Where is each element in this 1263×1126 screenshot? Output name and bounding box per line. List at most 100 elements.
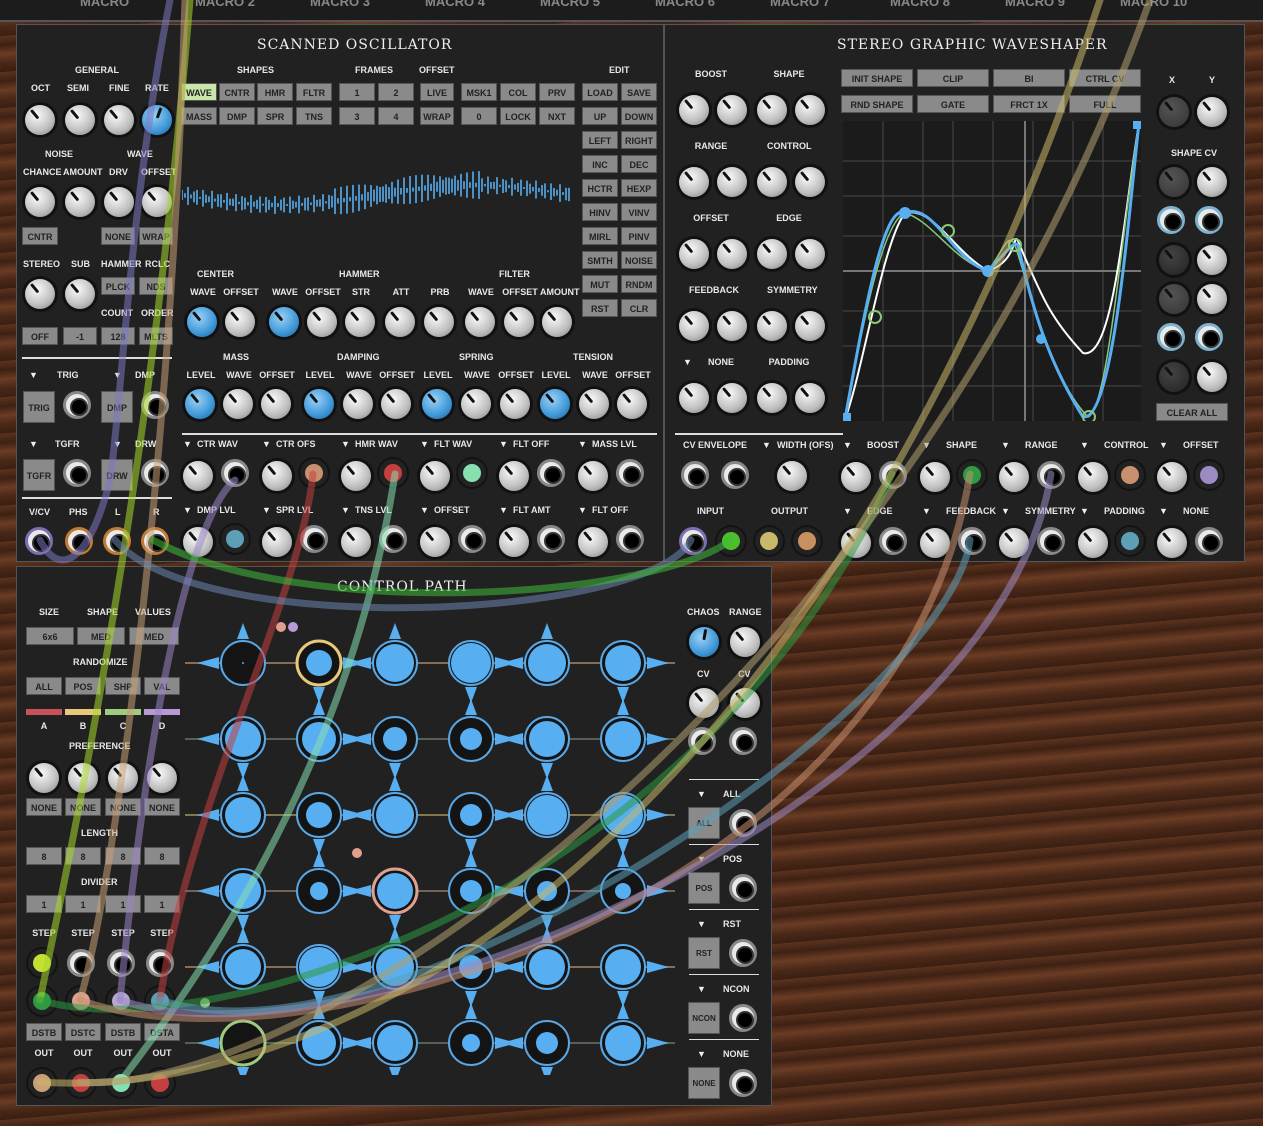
shape-cv-jack[interactable] (1157, 323, 1185, 351)
cv-attenuator-knob[interactable] (341, 527, 371, 557)
waveshaper-knob[interactable] (757, 383, 787, 413)
dropdown-arrow-icon[interactable]: ▼ (1159, 440, 1168, 450)
shape-cv-knob[interactable] (1159, 245, 1189, 275)
cv-attenuator-knob[interactable] (183, 461, 213, 491)
dropdown-arrow-icon[interactable]: ▼ (922, 506, 931, 516)
chaos-cv-jack[interactable] (688, 727, 716, 755)
track-plug[interactable] (28, 987, 56, 1015)
off-button[interactable]: OFF (22, 327, 58, 345)
dropdown-arrow-icon[interactable]: ▼ (922, 440, 931, 450)
dropdown-arrow-icon[interactable]: ▼ (578, 505, 587, 515)
cv-attenuator-knob[interactable] (578, 461, 608, 491)
edit-hexp-button[interactable]: HEXP (621, 179, 657, 197)
row1-knob[interactable] (225, 307, 255, 337)
fine-knob[interactable] (104, 105, 134, 135)
output-l-plug[interactable] (755, 527, 783, 555)
cv-plug[interactable] (1116, 527, 1144, 555)
divider-button[interactable]: 1 (105, 895, 141, 913)
mlts-button[interactable]: MLTS (139, 327, 173, 345)
waveshaper-ctrl-cv-button[interactable]: CTRL CV (1069, 69, 1141, 87)
dropdown-arrow-icon[interactable]: ▼ (697, 789, 706, 799)
path-grid[interactable] (185, 605, 675, 1083)
waveshaper-knob[interactable] (679, 167, 709, 197)
waveshaper-knob[interactable] (679, 239, 709, 269)
cv-envelope-jack[interactable] (681, 461, 709, 489)
cv-attenuator-knob[interactable] (920, 528, 950, 558)
cv-attenuator-knob[interactable] (841, 528, 871, 558)
row2-knob[interactable] (223, 389, 253, 419)
shape-cv-knob[interactable] (1159, 284, 1189, 314)
waveshaper-knob[interactable] (757, 311, 787, 341)
preference-knob[interactable] (108, 763, 138, 793)
dropdown-arrow-icon[interactable]: ▼ (113, 439, 122, 449)
nds-button[interactable]: NDS (139, 277, 173, 295)
row2-knob[interactable] (579, 389, 609, 419)
cv-jack[interactable] (537, 459, 565, 487)
cv-attenuator-knob[interactable] (1078, 462, 1108, 492)
shape-graph[interactable] (843, 121, 1141, 421)
waveshaper-knob[interactable] (795, 95, 825, 125)
divider-button[interactable]: 1 (144, 895, 180, 913)
waveshaper-knob[interactable] (757, 95, 787, 125)
row2-knob[interactable] (381, 389, 411, 419)
shape-wave-button[interactable]: WAVE (181, 83, 217, 101)
dropdown-arrow-icon[interactable]: ▼ (1001, 506, 1010, 516)
shape-dmp-button[interactable]: DMP (219, 107, 255, 125)
row1-knob[interactable] (465, 307, 495, 337)
chaos-knob[interactable] (689, 627, 719, 657)
preference-knob[interactable] (29, 763, 59, 793)
cv-jack[interactable] (616, 459, 644, 487)
dmp-jack[interactable] (141, 391, 169, 419)
cv-plug[interactable] (458, 459, 486, 487)
step-plug[interactable] (28, 949, 56, 977)
waveshaper-clip-button[interactable]: CLIP (917, 69, 989, 87)
range-cv-knob[interactable] (730, 688, 760, 718)
frame-1-button[interactable]: 1 (339, 83, 375, 101)
right-button[interactable]: ALL (688, 807, 720, 839)
waveshaper-knob[interactable] (757, 239, 787, 269)
preference-button[interactable]: NONE (65, 798, 101, 816)
row2-knob[interactable] (304, 389, 334, 419)
right-jack[interactable] (729, 874, 757, 902)
out-plug[interactable] (28, 1069, 56, 1097)
values-button[interactable]: MED (129, 627, 179, 645)
randomize-all-button[interactable]: ALL (26, 677, 62, 695)
cv-attenuator-knob[interactable] (1157, 462, 1187, 492)
cv-jack[interactable] (221, 459, 249, 487)
dropdown-arrow-icon[interactable]: ▼ (697, 919, 706, 929)
waveshaper-knob[interactable] (717, 95, 747, 125)
edit-mut-button[interactable]: MUT (582, 275, 618, 293)
cntr-button[interactable]: CNTR (22, 227, 58, 245)
row1-knob[interactable] (385, 307, 415, 337)
shape-cv-knob[interactable] (1197, 167, 1227, 197)
waveshaper-knob[interactable] (679, 311, 709, 341)
waveshaper-knob[interactable] (795, 311, 825, 341)
cv-jack[interactable] (879, 527, 907, 555)
length-button[interactable]: 8 (105, 847, 141, 865)
row2-knob[interactable] (343, 389, 373, 419)
cv-plug[interactable] (1195, 461, 1223, 489)
edit-pinv-button[interactable]: PINV (621, 227, 657, 245)
dropdown-arrow-icon[interactable]: ▼ (1001, 440, 1010, 450)
waveshaper-gate-button[interactable]: GATE (917, 95, 989, 113)
right-button[interactable]: NCON (688, 1002, 720, 1034)
dropdown-arrow-icon[interactable]: ▼ (1080, 506, 1089, 516)
track-plug[interactable] (107, 987, 135, 1015)
waveshaper-knob[interactable] (795, 383, 825, 413)
length-button[interactable]: 8 (65, 847, 101, 865)
tgfr-jack[interactable] (63, 459, 91, 487)
edit-smth-button[interactable]: SMTH (582, 251, 618, 269)
semi-knob[interactable] (65, 105, 95, 135)
cv-attenuator-knob[interactable] (920, 462, 950, 492)
shape-cv-jack[interactable] (1157, 206, 1185, 234)
l-output-jack[interactable] (103, 527, 131, 555)
row1-knob[interactable] (542, 307, 572, 337)
out-plug[interactable] (67, 1069, 95, 1097)
edit-rndm-button[interactable]: RNDM (621, 275, 657, 293)
shape-fltr-button[interactable]: FLTR (296, 83, 332, 101)
dropdown-arrow-icon[interactable]: ▼ (843, 440, 852, 450)
dst-button[interactable]: DSTA (144, 1023, 180, 1041)
drw-button[interactable]: DRW (101, 459, 133, 491)
right-jack[interactable] (729, 1069, 757, 1097)
length-button[interactable]: 8 (144, 847, 180, 865)
